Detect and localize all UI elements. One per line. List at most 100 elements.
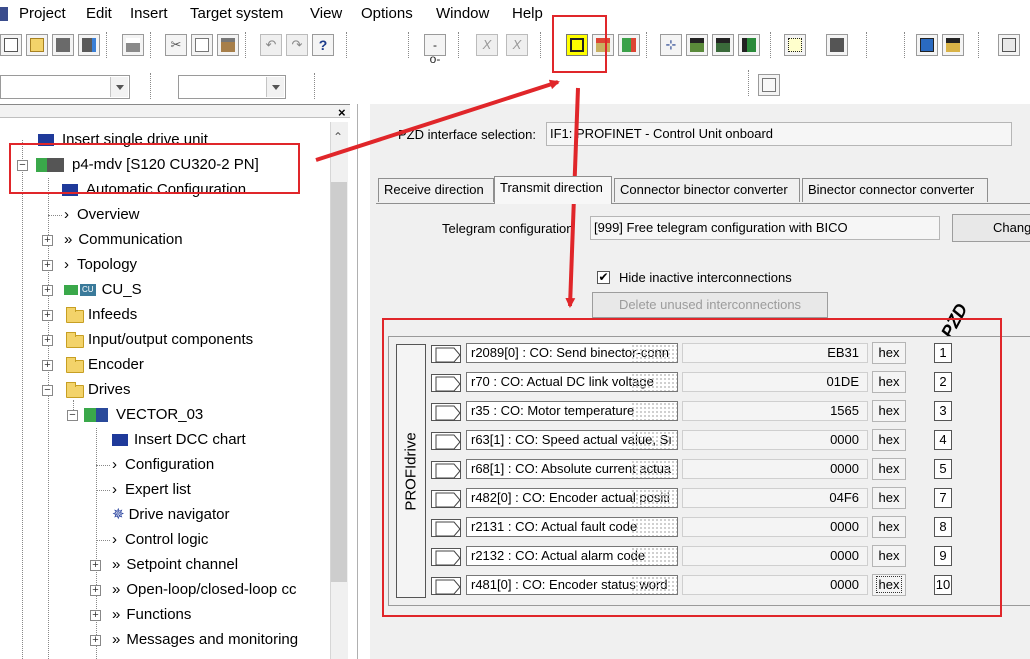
tree-item-configuration[interactable]: › Configuration [112,454,214,476]
double-chevron-icon: » [112,606,121,623]
undo-icon[interactable]: ↶ [260,34,282,56]
scope-select[interactable] [0,75,130,99]
navigator-title-bar [0,104,350,118]
folder-icon [66,307,84,323]
diagnostics-icon[interactable] [784,34,806,56]
tree-item-encoder[interactable]: Encoder [88,354,144,376]
help-icon[interactable]: ? [312,34,334,56]
scroll-up-icon[interactable]: ⌃ [333,130,343,144]
compare-icon[interactable]: ⊹ [660,34,682,56]
pzd-interface-label: PZD interface selection: [398,127,537,142]
export-icon[interactable] [942,34,964,56]
expand-icon[interactable]: + [90,585,101,596]
tree-item-open-loop-closed-loop[interactable]: » Open-loop/closed-loop cc [112,579,330,601]
toolbar: ✂ ↶ ↷ ? -o- X X ⊹ [0,28,1030,100]
tree-item-setpoint-channel[interactable]: » Setpoint channel [112,554,238,576]
expand-icon[interactable]: + [90,635,101,646]
redo-icon[interactable]: ↷ [286,34,308,56]
annotation-box [552,15,607,73]
menu-window[interactable]: Window [436,5,489,22]
object-select[interactable] [178,75,286,99]
tree-item-functions[interactable]: » Functions [112,604,191,626]
tree-item-insert-dcc-chart[interactable]: Insert DCC chart [112,429,246,451]
hide-inactive-checkbox[interactable]: ✔ [597,271,610,284]
xe-icon[interactable]: X [506,34,528,56]
save-compile-icon[interactable] [78,34,100,56]
telegram-config-label: Telegram configuration [442,221,574,236]
tree-item-control-logic[interactable]: › Control logic [112,529,208,551]
tree-item-communication[interactable]: » Communication [64,229,183,251]
chevron-right-icon: › [64,256,69,273]
tree-item-expert-list[interactable]: › Expert list [112,479,191,501]
insert-icon [112,434,128,447]
device-config-icon[interactable] [738,34,760,56]
expand-icon[interactable]: + [90,610,101,621]
tree-item-input-output-components[interactable]: Input/output components [88,329,253,351]
chevron-right-icon: › [112,456,117,473]
download-icon[interactable] [686,34,708,56]
structure-icon[interactable] [758,74,780,96]
menu-help[interactable]: Help [512,5,543,22]
x1-icon[interactable]: X [476,34,498,56]
change-telegram-button[interactable]: Chang [952,214,1030,242]
tree-item-vector-03[interactable]: VECTOR_03 [84,404,203,426]
chevron-right-icon: › [112,481,117,498]
chevron-right-icon: › [64,206,69,223]
tab-binector-connector-converter[interactable]: Binector connector converter [802,178,988,202]
upload-icon[interactable] [712,34,734,56]
open-icon[interactable] [26,34,48,56]
tab-transmit-direction[interactable]: Transmit direction [494,176,612,204]
tree-item-topology[interactable]: › Topology [64,254,137,276]
menu-project[interactable]: Project [19,5,66,22]
tree-item-cu-s[interactable]: CU CU_S [64,279,142,301]
delete-unused-button[interactable]: Delete unused interconnections [592,292,828,318]
menu-options[interactable]: Options [361,5,413,22]
collapse-icon[interactable]: − [42,385,53,396]
expand-icon[interactable]: + [42,235,53,246]
copy-ram-rom-icon[interactable] [618,34,640,56]
pzd-interface-select[interactable]: IF1: PROFINET - Control Unit onboard [546,122,1012,146]
tree-item-infeeds[interactable]: Infeeds [88,304,137,326]
app-icon [0,7,8,21]
navigator-icon: ✵ [112,506,125,523]
tree-item-overview[interactable]: › Overview [64,204,140,226]
print-icon[interactable] [122,34,144,56]
expand-icon[interactable]: + [42,285,53,296]
tree-item-drive-navigator[interactable]: ✵ Drive navigator [112,504,229,526]
menu-edit[interactable]: Edit [86,5,112,22]
annotation-box [9,143,300,194]
tab-receive-direction[interactable]: Receive direction [378,178,494,202]
tree-item-drives[interactable]: Drives [88,379,131,401]
menu-view[interactable]: View [310,5,342,22]
expand-icon[interactable]: + [42,335,53,346]
expand-icon[interactable]: + [90,560,101,571]
paste-icon[interactable] [217,34,239,56]
panel-icon[interactable] [998,34,1020,56]
cut-icon[interactable]: ✂ [165,34,187,56]
folder-icon [66,357,84,373]
new-icon[interactable] [0,34,22,56]
network-icon[interactable] [916,34,938,56]
expand-icon[interactable]: + [42,260,53,271]
chevron-down-icon [110,77,128,97]
scrollbar-thumb[interactable] [331,182,347,582]
tab-connector-binector-converter[interactable]: Connector binector converter [614,178,800,202]
hide-inactive-label: Hide inactive interconnections [619,270,792,285]
connect-icon[interactable]: -o- [424,34,446,66]
expand-icon[interactable]: + [42,360,53,371]
monitor-icon[interactable] [826,34,848,56]
expand-icon[interactable]: + [42,310,53,321]
double-chevron-icon: » [112,556,121,573]
close-icon[interactable]: × [338,105,346,120]
collapse-icon[interactable]: − [67,410,78,421]
cu-badge: CU [80,284,96,297]
tree-item-messages-and-monitoring[interactable]: » Messages and monitoring [112,629,298,651]
telegram-config-select[interactable]: [999] Free telegram configuration with B… [590,216,940,240]
folder-open-icon [66,382,84,398]
control-unit-icon [64,285,78,296]
double-chevron-icon: » [112,581,121,598]
menu-target-system[interactable]: Target system [190,5,283,22]
menu-insert[interactable]: Insert [130,5,168,22]
copy-icon[interactable] [191,34,213,56]
save-icon[interactable] [52,34,74,56]
